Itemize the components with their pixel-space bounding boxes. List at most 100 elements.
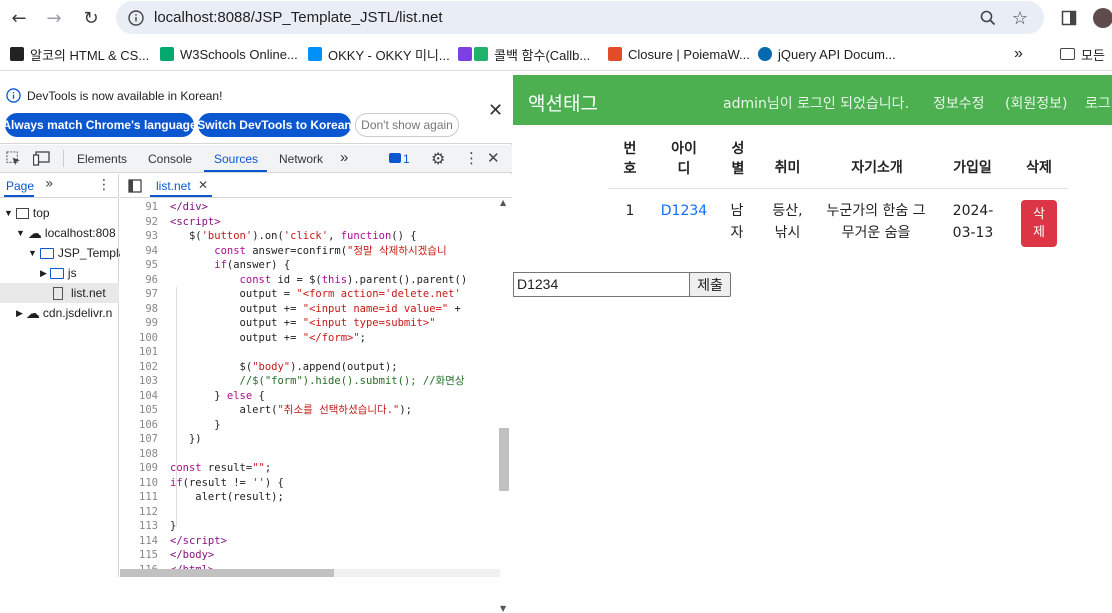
line-number: 112	[139, 505, 158, 518]
tree-item-js[interactable]: ▶ js	[40, 263, 77, 283]
col-header-joined: 가입일	[953, 160, 992, 176]
line-number: 109	[139, 462, 158, 474]
tree-item-cdn[interactable]: ▶ ☁ cdn.jsdelivr.n	[16, 303, 112, 323]
code-line[interactable]: const result="";	[170, 461, 495, 476]
address-bar[interactable]: localhost:8088/JSP_Template_JSTL/list.ne…	[116, 1, 1044, 34]
line-number: 111	[139, 491, 158, 503]
bookmark-item[interactable]: 콜백 함수(Callb...	[458, 45, 590, 63]
bookmark-item[interactable]: jQuery API Docum...	[758, 45, 896, 63]
scroll-down-arrow-icon[interactable]: ▼	[500, 604, 506, 613]
tree-item-host[interactable]: ▼ ☁ localhost:808	[16, 223, 116, 243]
tab-page[interactable]: Page	[6, 179, 34, 193]
bookmark-item[interactable]: OKKY - OKKY 미니...	[308, 45, 450, 63]
profile-avatar[interactable]	[1090, 5, 1112, 31]
tistory-icon	[458, 47, 472, 61]
reload-icon[interactable]: ↻	[78, 5, 104, 31]
code-line[interactable]: alert(result);	[170, 490, 495, 505]
code-line[interactable]	[170, 447, 495, 462]
dont-show-again-button[interactable]: Don't show again	[355, 113, 459, 137]
zoom-icon[interactable]	[978, 8, 998, 28]
code-line[interactable]: })	[170, 432, 495, 447]
vertical-scroll-thumb[interactable]	[499, 428, 509, 491]
code-line[interactable]: <script>	[170, 215, 495, 230]
editor-tab-list-net[interactable]: list.net	[156, 179, 191, 193]
logout-link[interactable]: 로그	[1085, 93, 1111, 113]
code-line[interactable]: //$("form").hide().submit(); //화면상	[170, 374, 495, 389]
code-line[interactable]: } else {	[170, 389, 495, 404]
more-navigators-icon[interactable]: »	[45, 176, 54, 192]
delete-button[interactable]: 삭제	[1021, 200, 1057, 247]
line-number: 99	[145, 317, 158, 329]
code-line[interactable]: </body>	[170, 548, 495, 563]
switch-to-korean-button[interactable]: Switch DevTools to Korean	[197, 113, 352, 137]
site-info-icon[interactable]	[126, 8, 146, 28]
code-line[interactable]: if(result != '') {	[170, 476, 495, 491]
settings-gear-icon[interactable]: ⚙	[431, 149, 445, 168]
bookmark-item[interactable]: W3Schools Online...	[160, 45, 298, 63]
code-line[interactable]: output += "<input type=submit>"	[170, 316, 495, 331]
code-line[interactable]: $("body").append(output);	[170, 360, 495, 375]
forward-icon[interactable]: →	[41, 5, 67, 31]
sources-navigator: Page » ⋮ ▼ top ▼ ☁ localhost:808 ▼ JSP_T…	[0, 174, 125, 577]
horizontal-scrollbar[interactable]	[120, 569, 500, 577]
toggle-navigator-icon[interactable]	[128, 179, 142, 197]
horizontal-scroll-thumb[interactable]	[120, 569, 334, 577]
code-line[interactable]: }	[170, 418, 495, 433]
close-infobar-icon[interactable]: ✕	[488, 100, 503, 121]
code-line[interactable]: alert("취소를 선택하셨습니다.");	[170, 403, 495, 418]
code-line[interactable]: if(answer) {	[170, 258, 495, 273]
always-match-language-button[interactable]: Always match Chrome's language	[2, 113, 197, 137]
code-line[interactable]: output += "<input name=id value=" +	[170, 302, 495, 317]
tab-console[interactable]: Console	[148, 152, 192, 166]
bookmark-item[interactable]: 알코의 HTML & CS...	[10, 45, 149, 63]
tree-item-project[interactable]: ▼ JSP_Templa	[28, 243, 125, 263]
bookmarks-overflow-button[interactable]: »	[1014, 45, 1023, 63]
more-options-icon[interactable]: ⋮	[464, 149, 479, 167]
line-number: 102	[139, 360, 158, 373]
line-number: 97	[145, 288, 158, 300]
code-line[interactable]: </script>	[170, 534, 495, 549]
navigator-menu-icon[interactable]: ⋮	[97, 177, 111, 193]
folder-icon	[1060, 48, 1075, 60]
line-number: 107	[139, 433, 158, 445]
device-toolbar-icon[interactable]	[32, 151, 50, 170]
edit-info-link[interactable]: 정보수정	[933, 93, 985, 113]
member-info-link[interactable]: (회원정보)	[1005, 93, 1067, 113]
tree-item-file[interactable]: list.net	[0, 283, 119, 303]
caret-right-icon: ▶	[16, 307, 23, 318]
all-bookmarks-button[interactable]: 모든	[1060, 45, 1105, 63]
code-line[interactable]	[170, 505, 495, 520]
active-tab-indicator	[204, 170, 267, 172]
cell-id-link[interactable]: D1234	[659, 200, 709, 222]
code-line[interactable]: }	[170, 519, 495, 534]
inspect-element-icon[interactable]	[6, 151, 21, 170]
site-header: 액션태그 admin님이 로그인 되었습니다. 정보수정 (회원정보) 로그	[513, 75, 1112, 125]
site-brand[interactable]: 액션태그	[528, 89, 598, 116]
tab-network[interactable]: Network	[279, 152, 323, 166]
more-tabs-icon[interactable]: »	[340, 149, 348, 166]
code-line[interactable]: const answer=confirm("정말 삭제하시겠습니	[170, 244, 495, 259]
close-file-icon[interactable]: ✕	[198, 178, 208, 192]
close-devtools-icon[interactable]: ✕	[487, 149, 500, 167]
back-icon[interactable]: ←	[6, 5, 32, 31]
tab-sources[interactable]: Sources	[214, 152, 258, 166]
code-line[interactable]: output = "<form action='delete.net'	[170, 287, 495, 302]
tree-item-top[interactable]: ▼ top	[4, 203, 50, 223]
scroll-up-arrow-icon[interactable]: ▲	[500, 198, 506, 207]
tab-elements[interactable]: Elements	[77, 152, 127, 166]
vertical-scrollbar[interactable]: ▲ ▼	[499, 198, 509, 613]
bookmark-star-icon[interactable]: ☆	[1010, 8, 1030, 29]
col-header-intro: 자기소개	[851, 160, 903, 176]
id-input[interactable]: D1234	[513, 272, 690, 297]
code-line[interactable]: const id = $(this).parent().parent()	[170, 273, 495, 288]
submit-button[interactable]: 제출	[689, 272, 731, 297]
code-line[interactable]: output += "</form>";	[170, 331, 495, 346]
side-panel-icon[interactable]	[1056, 5, 1082, 31]
line-number: 92	[145, 215, 158, 228]
issues-icon[interactable]	[389, 153, 401, 163]
bookmark-item[interactable]: Closure | PoiemaW...	[608, 45, 750, 63]
code-line[interactable]: </div>	[170, 200, 495, 215]
code-line[interactable]: $('button').on('click', function() {	[170, 229, 495, 244]
code-line[interactable]	[170, 345, 495, 360]
code-content[interactable]: </div> <script> $('button').on('click', f…	[170, 200, 495, 577]
